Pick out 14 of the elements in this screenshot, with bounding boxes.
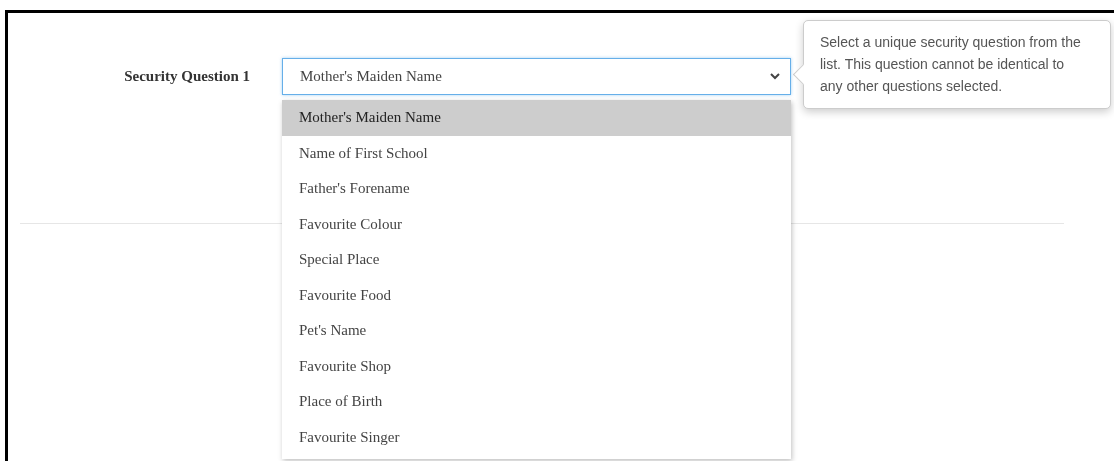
- dropdown-option[interactable]: Favourite Colour: [282, 206, 791, 242]
- field-label: Security Question 1: [123, 68, 250, 85]
- dropdown-option[interactable]: Favourite Singer: [282, 419, 791, 455]
- dropdown-option[interactable]: Pet's Name: [282, 313, 791, 349]
- dropdown-option[interactable]: Mother's Maiden Name: [282, 100, 791, 136]
- tooltip-text: Select a unique security question from the list. This question cannot be identical to any other questions selected.: [820, 33, 1082, 96]
- security-question-select[interactable]: Mother's Maiden Name: [282, 58, 791, 95]
- dropdown-option[interactable]: Special Place: [282, 242, 791, 278]
- dropdown-option[interactable]: Favourite Food: [282, 277, 791, 313]
- dropdown-option[interactable]: Father's Forename: [282, 171, 791, 207]
- dropdown-option[interactable]: Name of First School: [282, 135, 791, 171]
- chevron-down-icon: [770, 73, 780, 80]
- dropdown-option[interactable]: Favourite Shop: [282, 348, 791, 384]
- dropdown-option[interactable]: Place of Birth: [282, 384, 791, 420]
